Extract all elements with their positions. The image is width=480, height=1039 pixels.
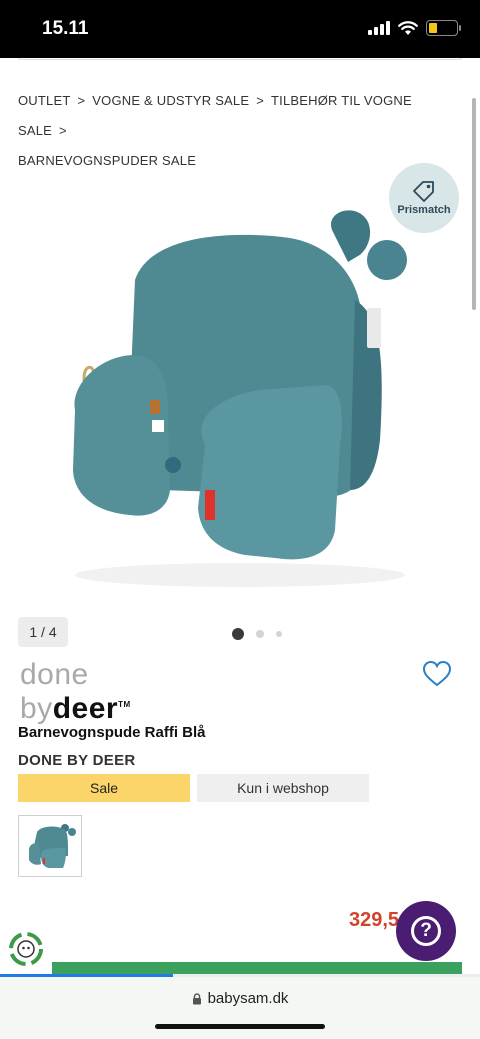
product-price: 329,5 — [349, 909, 400, 931]
home-indicator[interactable] — [155, 1024, 325, 1029]
breadcrumb-separator: > — [256, 93, 265, 108]
status-time: 15.11 — [42, 18, 89, 39]
thumbnail-image — [29, 824, 76, 868]
url-domain: babysam.dk — [207, 990, 289, 1007]
webshop-only-tag: Kun i webshop — [197, 774, 369, 802]
scrollbar[interactable] — [472, 98, 476, 310]
status-bar: 15.11 — [0, 0, 480, 58]
product-image[interactable] — [40, 190, 440, 600]
gallery-dot[interactable] — [276, 631, 282, 637]
breadcrumb-item-vogne-udstyr-sale[interactable]: VOGNE & UDSTYR SALE — [92, 93, 249, 108]
cellular-signal-icon — [368, 21, 390, 35]
sale-tag: Sale — [18, 774, 190, 802]
question-icon: ? — [411, 916, 441, 946]
url-display[interactable]: babysam.dk — [0, 990, 480, 1007]
breadcrumb-item-barnevognspuder-sale[interactable]: BARNEVOGNSPUDER SALE — [18, 153, 196, 168]
brand-name[interactable]: DONE BY DEER — [18, 752, 136, 769]
prismatch-button[interactable]: Prismatch — [389, 163, 459, 233]
trust-badge-icon[interactable] — [8, 931, 44, 967]
image-counter: 1 / 4 — [18, 617, 68, 647]
product-title: Barnevognspude Raffi Blå — [18, 724, 206, 741]
status-icons — [368, 20, 461, 36]
breadcrumb-item-outlet[interactable]: OUTLET — [18, 93, 70, 108]
wifi-icon — [398, 20, 418, 35]
prismatch-label: Prismatch — [397, 204, 451, 216]
header-edge — [18, 58, 462, 60]
breadcrumb: OUTLET > VOGNE & UDSTYR SALE > TILBEHØR TIL … — [18, 86, 458, 176]
gallery-dot-active[interactable] — [232, 628, 244, 640]
browser-url-bar[interactable]: babysam.dk — [0, 977, 480, 1039]
gallery-dot[interactable] — [256, 630, 264, 638]
brand-logo-line1: done — [20, 658, 89, 691]
help-button[interactable]: ? — [396, 901, 456, 961]
heart-icon[interactable] — [422, 660, 452, 688]
product-thumbnail[interactable] — [18, 815, 82, 877]
price-tag-icon — [413, 181, 434, 202]
brand-logo-line2: bydeerTM — [20, 692, 131, 725]
breadcrumb-separator: > — [59, 123, 67, 138]
breadcrumb-separator: > — [77, 93, 86, 108]
brand-logo[interactable]: done bydeerTM — [20, 660, 131, 724]
lock-icon — [192, 992, 201, 1004]
gallery-dots — [232, 628, 282, 640]
battery-icon — [426, 20, 461, 36]
